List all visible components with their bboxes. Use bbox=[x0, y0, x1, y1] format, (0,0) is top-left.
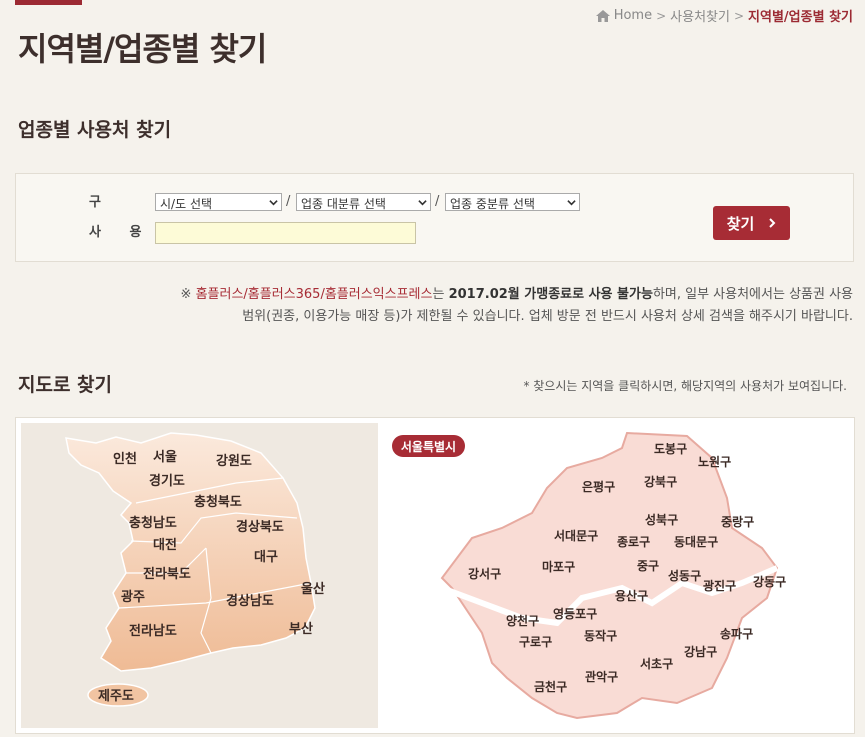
map-heading: 지도로 찾기 bbox=[18, 374, 113, 396]
region-충청북도[interactable]: 충청북도 bbox=[194, 494, 242, 510]
region-전라북도[interactable]: 전라북도 bbox=[143, 566, 191, 582]
district-광진구[interactable]: 광진구 bbox=[703, 578, 736, 593]
select-separator: / bbox=[435, 194, 440, 209]
region-제주도[interactable]: 제주도 bbox=[98, 689, 134, 704]
region-강원도[interactable]: 강원도 bbox=[216, 453, 252, 469]
notice-emphasis: 2017.02월 가맹종료로 사용 불가능 bbox=[448, 287, 653, 302]
page-title: 지역별/업종별 찾기 bbox=[18, 30, 267, 68]
chevron-right-icon bbox=[769, 218, 776, 228]
region-인천[interactable]: 인천 bbox=[113, 451, 137, 467]
district-은평구[interactable]: 은평구 bbox=[582, 480, 615, 494]
search-form: 구 분 사 용 처 시/도 선택 / 업종 대분류 선택 / 업종 중분류 선택… bbox=[15, 173, 854, 262]
district-양천구[interactable]: 양천구 bbox=[506, 613, 539, 628]
region-전라남도[interactable]: 전라남도 bbox=[129, 623, 177, 639]
breadcrumb-separator: > bbox=[733, 8, 745, 23]
district-관악구[interactable]: 관악구 bbox=[585, 669, 618, 684]
district-구로구[interactable]: 구로구 bbox=[519, 635, 552, 649]
notice-line2: 범위(권종, 이용가능 매장 등)가 제한될 수 있습니다. 업체 방문 전 반… bbox=[242, 309, 853, 324]
home-icon[interactable] bbox=[595, 9, 610, 22]
region-경상북도[interactable]: 경상북도 bbox=[236, 519, 284, 535]
chevron-down-icon bbox=[567, 200, 576, 206]
notice: ※ 홈플러스/홈플러스365/홈플러스익스프레스는 2017.02월 가맹종료로… bbox=[15, 284, 853, 328]
breadcrumb-separator: > bbox=[656, 8, 667, 23]
major-category-select[interactable]: 업종 대분류 선택 bbox=[296, 193, 431, 211]
district-동작구[interactable]: 동작구 bbox=[584, 628, 617, 643]
select-separator: / bbox=[286, 194, 291, 209]
chevron-down-icon bbox=[269, 200, 278, 206]
district-강동구[interactable]: 강동구 bbox=[753, 575, 786, 589]
region-울산[interactable]: 울산 bbox=[301, 581, 325, 597]
breadcrumb: Home > 사용처찾기 > 지역별/업종별 찾기 bbox=[595, 6, 853, 25]
district-강남구[interactable]: 강남구 bbox=[684, 644, 717, 659]
find-button[interactable]: 찾기 bbox=[713, 206, 790, 240]
district-서대문구[interactable]: 서대문구 bbox=[554, 528, 598, 543]
district-강북구[interactable]: 강북구 bbox=[644, 475, 677, 489]
district-종로구[interactable]: 종로구 bbox=[617, 535, 650, 549]
middle-category-select[interactable]: 업종 중분류 선택 bbox=[445, 193, 580, 211]
top-accent-bar bbox=[15, 0, 82, 5]
region-서울[interactable]: 서울 bbox=[153, 449, 177, 465]
region-경상남도[interactable]: 경상남도 bbox=[226, 593, 274, 609]
region-광주[interactable]: 광주 bbox=[121, 590, 145, 605]
district-도봉구[interactable]: 도봉구 bbox=[654, 442, 687, 456]
breadcrumb-section[interactable]: 사용처찾기 bbox=[670, 6, 730, 25]
breadcrumb-home[interactable]: Home bbox=[614, 8, 652, 23]
district-용산구[interactable]: 용산구 bbox=[615, 588, 648, 603]
region-대전[interactable]: 대전 bbox=[153, 537, 177, 553]
breadcrumb-current: 지역별/업종별 찾기 bbox=[748, 10, 853, 25]
notice-brands: 홈플러스/홈플러스365/홈플러스익스프레스 bbox=[195, 287, 433, 302]
search-heading: 업종별 사용처 찾기 bbox=[18, 119, 172, 141]
district-서초구[interactable]: 서초구 bbox=[640, 656, 673, 671]
place-input[interactable] bbox=[155, 222, 416, 244]
district-성북구[interactable]: 성북구 bbox=[645, 513, 678, 527]
map-hint: * 찾으시는 지역을 클릭하시면, 해당지역의 사용처가 보여집니다. bbox=[523, 379, 847, 393]
region-대구[interactable]: 대구 bbox=[254, 550, 278, 565]
seoul-map: 서울특별시 도봉구노원구은평구 강북구성북구 중랑구서대문구 종로구 동대문구강서구 마포… bbox=[382, 418, 854, 733]
district-송파구[interactable]: 송파구 bbox=[720, 626, 753, 641]
find-button-label: 찾기 bbox=[726, 214, 755, 233]
region-경기도[interactable]: 경기도 bbox=[149, 473, 185, 489]
seoul-badge: 서울특별시 bbox=[392, 435, 465, 457]
region-부산[interactable]: 부산 bbox=[289, 621, 313, 637]
district-성동구[interactable]: 성동구 bbox=[668, 569, 701, 583]
district-강서구[interactable]: 강서구 bbox=[468, 566, 501, 581]
district-동대문구[interactable]: 동대문구 bbox=[674, 535, 718, 549]
district-중구[interactable]: 중구 bbox=[637, 559, 659, 573]
region-select[interactable]: 시/도 선택 bbox=[155, 193, 282, 211]
chevron-down-icon bbox=[418, 200, 427, 206]
district-중랑구[interactable]: 중랑구 bbox=[721, 515, 754, 529]
district-금천구[interactable]: 금천구 bbox=[534, 679, 567, 694]
region-충청남도[interactable]: 충청남도 bbox=[129, 515, 177, 531]
district-영등포구[interactable]: 영등포구 bbox=[553, 606, 597, 621]
district-노원구[interactable]: 노원구 bbox=[698, 455, 731, 469]
district-마포구[interactable]: 마포구 bbox=[542, 559, 575, 574]
korea-map: 인천 서울 강원도경기도충청북도충청남도 경상북도대전대구전라북도울산광주 경상남도부산… bbox=[21, 423, 378, 728]
map-frame: 인천 서울 강원도경기도충청북도충청남도 경상북도대전대구전라북도울산광주 경상남도부산… bbox=[15, 417, 855, 734]
